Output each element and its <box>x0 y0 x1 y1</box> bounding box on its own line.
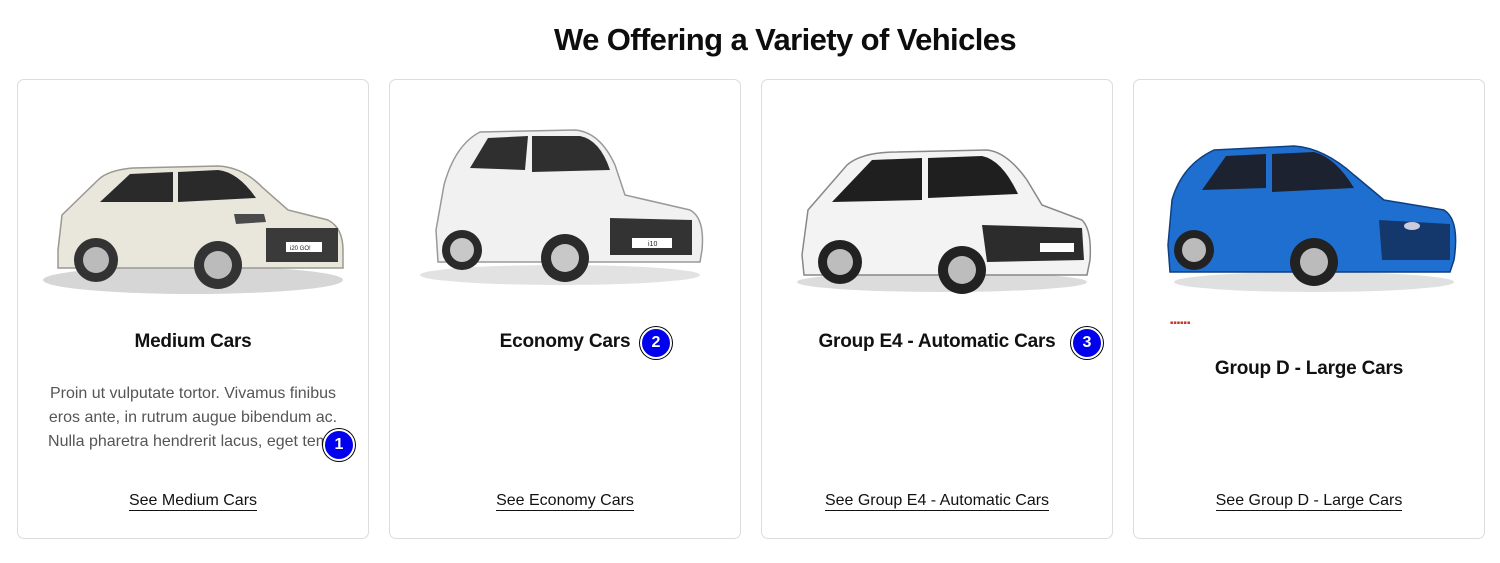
medium-car-image: i20 GO! <box>43 165 344 294</box>
watermark-mark: ▪▪▪▪▪▪ <box>1170 320 1191 326</box>
section-title: We Offering a Variety of Vehicles <box>553 22 1017 57</box>
marker-badge-3: 3 <box>1071 327 1103 359</box>
group-d-car-image <box>1167 145 1457 292</box>
see-economy-cars-link[interactable]: See Economy Cars <box>496 492 634 511</box>
group-e4-car-image <box>797 149 1092 294</box>
vehicle-card-economy: i10 Economy Cars See Economy Cars <box>389 79 741 539</box>
economy-car-image: i10 <box>420 129 704 285</box>
card-title: Group D - Large Cars <box>1214 358 1404 379</box>
card-title: Group E4 - Automatic Cars <box>818 331 1056 352</box>
marker-badge-1: 1 <box>323 429 355 461</box>
see-group-d-large-cars-link[interactable]: See Group D - Large Cars <box>1215 492 1403 511</box>
marker-badge-2: 2 <box>640 327 672 359</box>
vehicle-card-group-e4: Group E4 - Automatic Cars See Group E4 -… <box>761 79 1113 539</box>
see-medium-cars-link[interactable]: See Medium Cars <box>128 492 258 511</box>
card-title: Medium Cars <box>134 331 252 352</box>
card-description: Proin ut vulputate tortor. Vivamus finib… <box>48 385 338 450</box>
vehicle-card-group-d: Group D - Large Cars See Group D - Large… <box>1133 79 1485 539</box>
card-title: Economy Cars <box>499 331 631 352</box>
plate-text: i20 GO! <box>290 246 311 252</box>
see-group-e4-automatic-cars-link[interactable]: See Group E4 - Automatic Cars <box>824 492 1050 511</box>
plate-text: i10 <box>648 241 657 248</box>
vehicle-card-medium: i20 GO! Medium Cars Proin ut vulputate t… <box>17 79 369 539</box>
